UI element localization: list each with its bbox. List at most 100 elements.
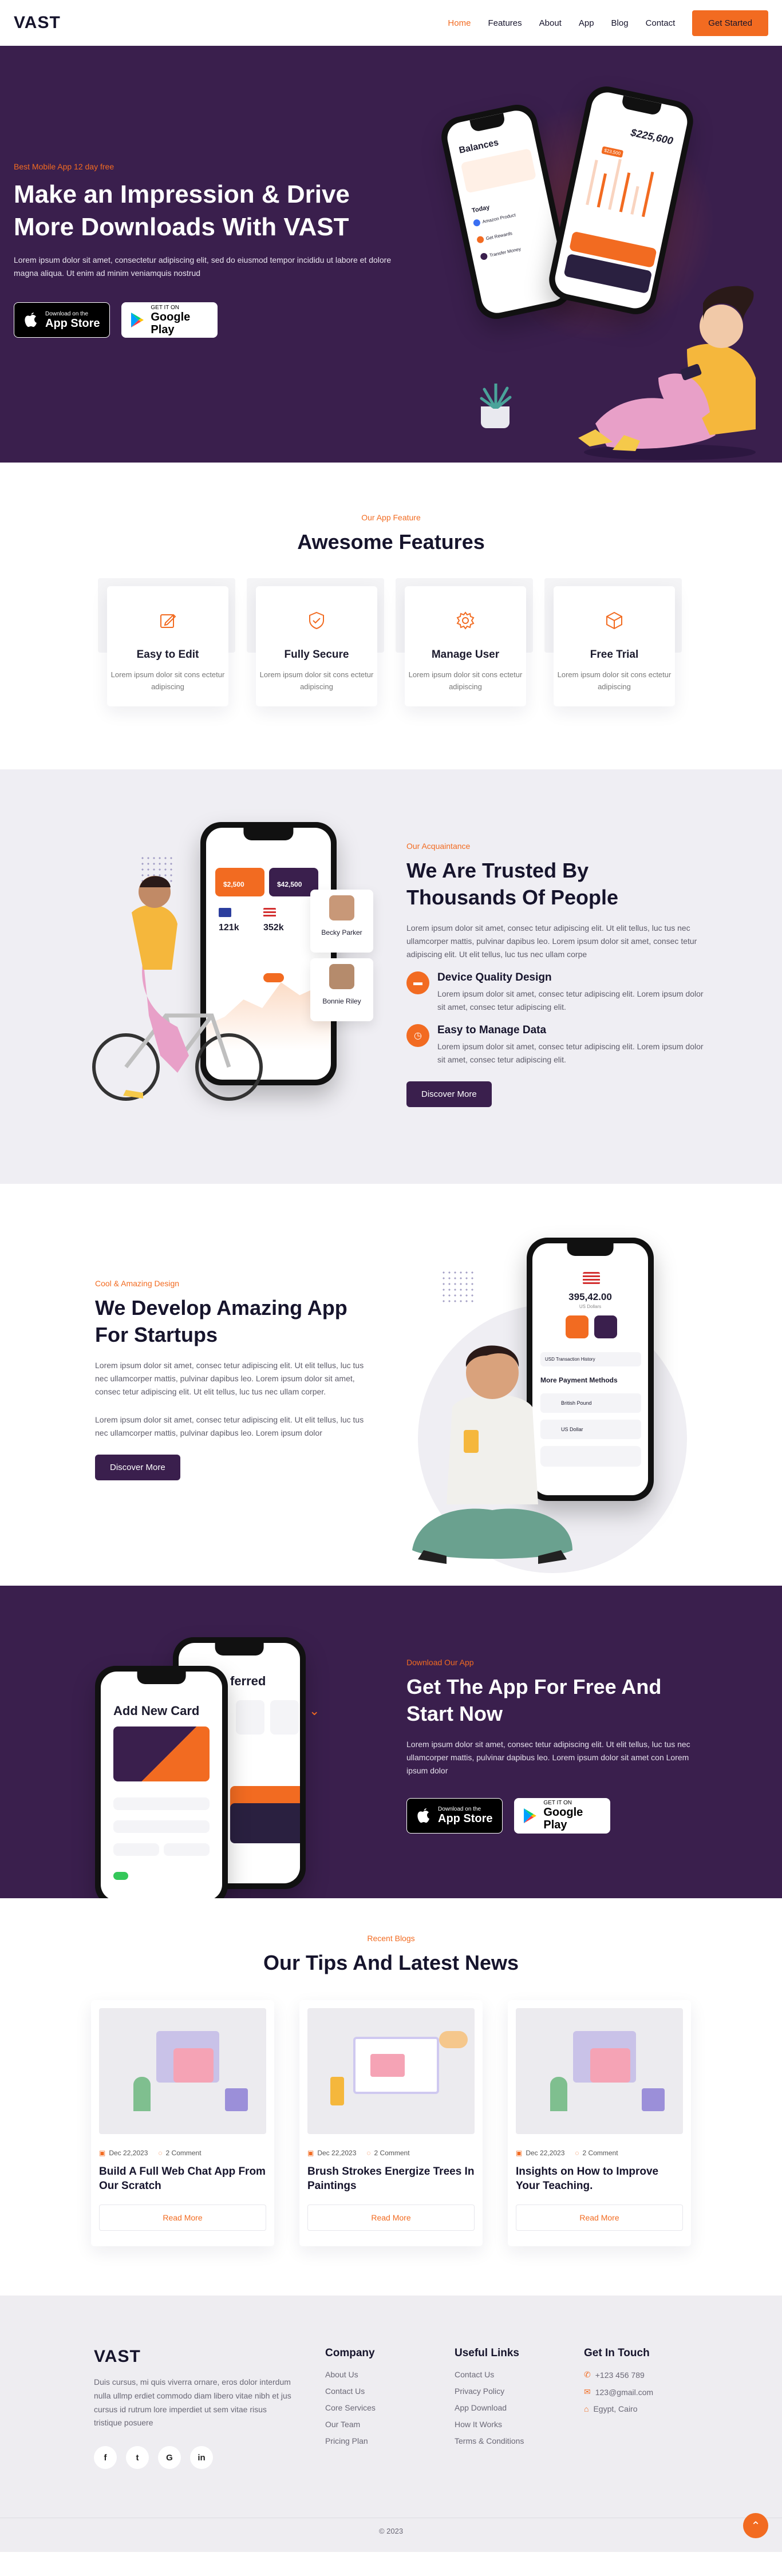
blog-date: Dec 22,2023 (317, 2149, 357, 2157)
logo[interactable]: VAST (14, 13, 61, 33)
develop-text-1: Lorem ipsum dolor sit amet, consec tetur… (95, 1360, 364, 1396)
edit-icon (160, 614, 176, 628)
google-play-button[interactable]: GET IT ON Google Play (514, 1797, 610, 1834)
feature-text: Lorem ipsum dolor sit cons ectetur adipi… (110, 670, 225, 691)
blog-image (99, 2008, 266, 2134)
trusted-eyebrow: Our Acquaintance (406, 841, 471, 851)
item-amazon: Amazon Product (481, 212, 516, 225)
calendar-icon: ▣ (516, 2149, 523, 2157)
nav-about[interactable]: About (539, 18, 562, 28)
facebook-icon[interactable]: f (94, 2446, 117, 2470)
location-icon: ⌂ (584, 2404, 589, 2413)
blog-card: ▣ Dec 22,2023 ◌ 2 Comment Brush Strokes En… (299, 2000, 483, 2246)
read-more-button[interactable]: Read More (307, 2204, 475, 2231)
blog-title[interactable]: Build A Full Web Chat App From Our Scrat… (99, 2165, 266, 2193)
twitter-icon[interactable]: t (126, 2446, 149, 2470)
apple-icon (415, 1807, 432, 1824)
footer-company: Company About Us Contact Us Core Service… (325, 2347, 455, 2469)
contact-card: Becky Parker (310, 890, 373, 953)
feature-cards: Easy to Edit Lorem ipsum dolor sit cons … (0, 578, 782, 706)
hero-eyebrow: Best Mobile App 12 day free (14, 162, 114, 171)
back-to-top-button[interactable]: ⌃ (743, 2513, 768, 2538)
clock-icon: ◷ (406, 1024, 429, 1048)
feature-title: Manage User (431, 649, 500, 661)
footer-link[interactable]: Contact Us (325, 2387, 365, 2396)
blog-title[interactable]: Insights on How to Improve Your Teaching… (516, 2165, 683, 2193)
footer-link[interactable]: Core Services (325, 2403, 376, 2412)
contact-email[interactable]: 123@gmail.com (595, 2388, 653, 2397)
save-toggle[interactable] (113, 1872, 128, 1880)
read-more-button[interactable]: Read More (516, 2204, 683, 2231)
google-icon[interactable]: G (158, 2446, 181, 2470)
footer-link[interactable]: How It Works (455, 2420, 502, 2429)
app-store-button[interactable]: Download on the App Store (14, 302, 110, 338)
nav-features[interactable]: Features (488, 18, 522, 28)
footer-link[interactable]: Our Team (325, 2420, 360, 2429)
main-nav: Home Features About App Blog Contact Get… (448, 10, 768, 36)
develop-title: We Develop Amazing App For Startups (95, 1296, 347, 1346)
plant-leaves (479, 382, 513, 410)
footer-link[interactable]: Contact Us (455, 2370, 494, 2379)
credit-card (113, 1726, 210, 1781)
blog-date: Dec 22,2023 (526, 2149, 565, 2157)
shield-icon (309, 611, 324, 630)
calendar-icon: ▣ (307, 2149, 314, 2157)
plant-illustration (481, 406, 510, 428)
contact-phone[interactable]: +123 456 789 (595, 2370, 645, 2380)
feature-title: Free Trial (590, 649, 639, 661)
gear-icon (456, 611, 475, 630)
girl-illustration (572, 280, 767, 463)
trusted-content: Our Acquaintance We Are Trusted By Thous… (406, 841, 704, 1108)
blog-comments: 2 Comment (374, 2149, 410, 2157)
google-play-label: Google Play (151, 310, 191, 336)
discover-more-button[interactable]: Discover More (95, 1455, 180, 1481)
nav-blog[interactable]: Blog (611, 18, 629, 28)
google-play-icon (130, 311, 145, 329)
footer-link[interactable]: About Us (325, 2370, 358, 2379)
company-title: Company (325, 2347, 375, 2359)
get-started-button[interactable]: Get Started (692, 10, 768, 36)
footer-link[interactable]: Privacy Policy (455, 2387, 504, 2396)
google-play-button[interactable]: GET IT ON Google Play (121, 302, 218, 338)
point-title: Device Quality Design (437, 971, 552, 983)
feature-title: Fully Secure (284, 649, 349, 661)
nav-app[interactable]: App (579, 18, 594, 28)
feature-card: Manage User Lorem ipsum dolor sit cons e… (396, 578, 533, 706)
footer-link[interactable]: Pricing Plan (325, 2436, 368, 2445)
phone-icon: ✆ (584, 2370, 591, 2379)
blog-title[interactable]: Brush Strokes Energize Trees In Painting… (307, 2165, 475, 2193)
download-text: Lorem ipsum dolor sit amet, consec tetur… (406, 1739, 690, 1775)
feature-title: Easy to Edit (136, 649, 199, 661)
hero-section: Best Mobile App 12 day free Make an Impr… (0, 46, 782, 463)
point-title: Easy to Manage Data (437, 1024, 547, 1037)
blog-image (307, 2008, 475, 2134)
feature-card: Free Trial Lorem ipsum dolor sit cons ec… (544, 578, 682, 706)
hero-balance: $225,600 (629, 127, 674, 147)
site-header: VAST Home Features About App Blog Contac… (0, 0, 782, 46)
contact-title: Get In Touch (584, 2347, 650, 2359)
footer-link[interactable]: App Download (455, 2403, 507, 2412)
blog-meta: ▣ Dec 22,2023 ◌ 2 Comment (307, 2149, 475, 2157)
features-eyebrow: Our App Feature (361, 513, 421, 522)
chart-marker (263, 973, 284, 982)
linkedin-icon[interactable]: in (190, 2446, 213, 2470)
discover-more-button[interactable]: Discover More (406, 1081, 492, 1108)
nav-home[interactable]: Home (448, 18, 471, 28)
footer-logo[interactable]: VAST (94, 2347, 325, 2366)
app-store-label: App Store (438, 1812, 493, 1826)
app-store-small: Download on the (45, 310, 89, 317)
avatar (329, 964, 354, 989)
footer-about: Duis cursus, mi quis viverra ornare, ero… (94, 2377, 291, 2428)
card-two-amount: $42,500 (277, 880, 302, 888)
item-transfer: Transfer Money (489, 246, 522, 258)
footer-link[interactable]: Terms & Conditions (455, 2436, 524, 2445)
read-more-button[interactable]: Read More (99, 2204, 266, 2231)
app-store-button[interactable]: Download on the App Store (406, 1797, 503, 1834)
trusted-text: Lorem ipsum dolor sit amet, consec tetur… (406, 923, 697, 959)
app-store-small: Download on the (438, 1806, 481, 1813)
download-title: Get The App For Free And Start Now (406, 1675, 662, 1725)
site-footer: VAST Duis cursus, mi quis viverra ornare… (0, 2296, 782, 2552)
folder-icon: ▬ (406, 971, 429, 994)
box-icon (606, 611, 622, 630)
nav-contact[interactable]: Contact (646, 18, 676, 28)
